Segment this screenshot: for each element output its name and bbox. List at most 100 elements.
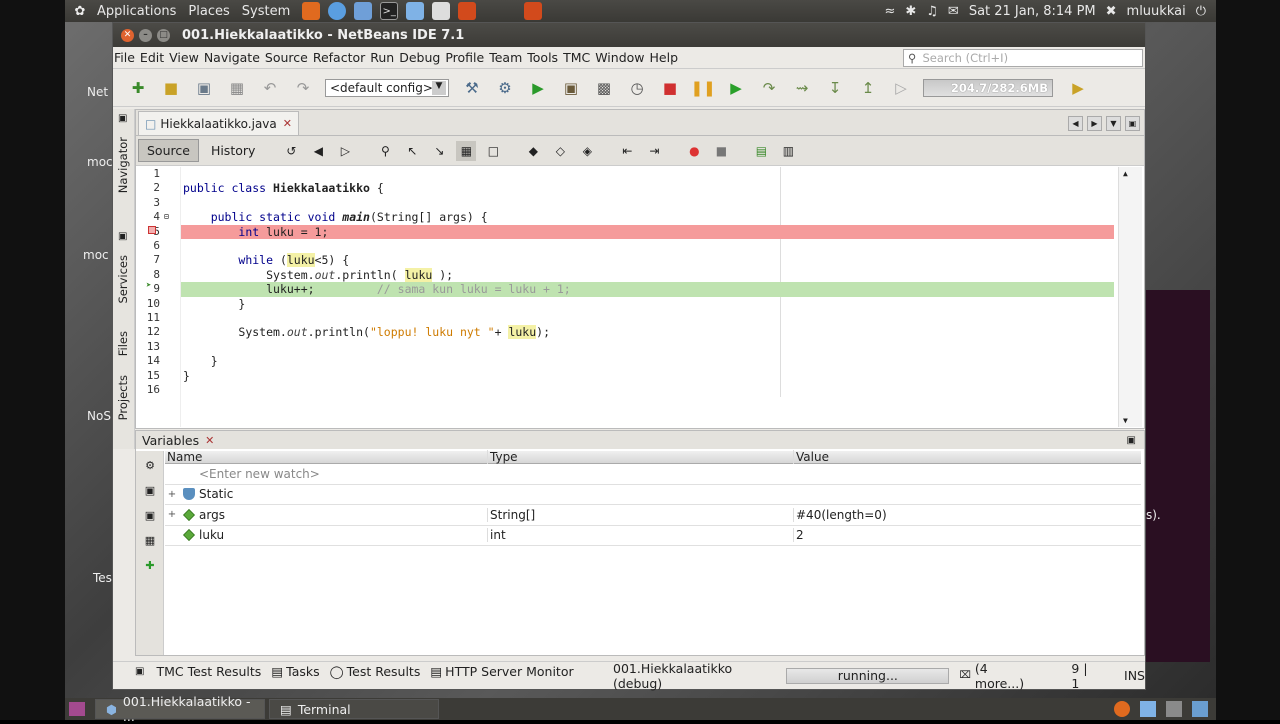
show-desktop-icon[interactable]	[69, 702, 85, 716]
terminal-icon[interactable]: >_	[380, 2, 399, 20]
code-area[interactable]: 1 2 3 4 5 6 7 8 9 10 11 12 13 14 15 16 ⊟…	[136, 167, 1142, 427]
column-name[interactable]: Name	[165, 450, 487, 464]
step-over-expression-icon[interactable]: ⇝	[791, 77, 813, 99]
next-bookmark-icon[interactable]: ◇	[550, 141, 570, 161]
workspace-icon[interactable]	[1166, 701, 1182, 717]
mail-icon[interactable]: ✉	[948, 4, 959, 19]
column-type[interactable]: Type	[487, 450, 793, 464]
firefox-icon[interactable]	[1114, 701, 1130, 717]
wifi-icon[interactable]: ≈	[884, 4, 895, 19]
expand-icon[interactable]: +	[167, 509, 177, 520]
app-icon[interactable]	[458, 2, 477, 20]
new-watch-field[interactable]: <Enter new watch>	[165, 467, 487, 481]
continue-icon[interactable]: ▶	[725, 77, 747, 99]
toggle-bookmark-icon[interactable]: ◈	[577, 141, 597, 161]
comment-icon[interactable]: ▤	[751, 141, 771, 161]
find-next-icon[interactable]: ↘	[429, 141, 449, 161]
user-name[interactable]: mluukkai	[1127, 4, 1186, 19]
forward-icon[interactable]: ▷	[335, 141, 355, 161]
cell-value[interactable]: #40(length=0)	[793, 507, 1141, 522]
previous-bookmark-icon[interactable]: ◆	[523, 141, 543, 161]
menu-places[interactable]: Places	[188, 4, 229, 19]
menu-team[interactable]: Team	[489, 50, 522, 65]
menu-run[interactable]: Run	[370, 50, 394, 65]
clock[interactable]: Sat 21 Jan, 8:14 PM	[969, 4, 1096, 19]
netbeans-icon[interactable]	[1140, 701, 1156, 717]
table-row[interactable]: <Enter new watch>	[165, 464, 1141, 485]
undo-icon[interactable]: ↶	[259, 77, 281, 99]
settings-icon[interactable]: ⚙	[142, 457, 158, 473]
variables-tab[interactable]: Variables	[142, 433, 199, 448]
open-project-icon[interactable]: ▣	[193, 77, 215, 99]
close-tab-icon[interactable]: ✕	[205, 434, 214, 447]
menu-window[interactable]: Window	[595, 50, 644, 65]
run-to-cursor-icon[interactable]: ▷	[890, 77, 912, 99]
redo-icon[interactable]: ↷	[292, 77, 314, 99]
scroll-up-icon[interactable]: ▲	[1123, 169, 1128, 178]
column-value[interactable]: Value	[793, 450, 1141, 464]
menu-applications[interactable]: Applications	[97, 4, 176, 19]
shift-right-icon[interactable]: ⇥	[644, 141, 664, 161]
scroll-right-icon[interactable]: ▶	[1087, 116, 1102, 131]
search-input[interactable]: ⚲ Search (Ctrl+I)	[903, 48, 1143, 67]
cell-value[interactable]: 2	[793, 528, 1141, 543]
menu-navigate[interactable]: Navigate	[204, 50, 260, 65]
step-into-icon[interactable]: ↧	[824, 77, 846, 99]
volume-icon[interactable]: ♫	[926, 4, 938, 19]
maximize-icon[interactable]: □	[157, 28, 170, 42]
minimize-icon[interactable]: –	[139, 28, 152, 42]
trash-icon[interactable]	[1192, 701, 1208, 717]
toggle-selection-icon[interactable]: □	[483, 141, 503, 161]
tab-files[interactable]: Files	[116, 331, 130, 356]
uncomment-icon[interactable]: ▥	[778, 141, 798, 161]
tab-list-icon[interactable]: ▼	[1106, 116, 1121, 131]
stop-icon[interactable]: ■	[659, 77, 681, 99]
minimize-panel-icon[interactable]: ▣	[118, 113, 127, 124]
tab-projects[interactable]: Projects	[116, 375, 130, 420]
step-over-icon[interactable]: ↷	[758, 77, 780, 99]
start-macro-icon[interactable]: ●	[684, 141, 704, 161]
profile-icon[interactable]: ◷	[626, 77, 648, 99]
tab-hiekkalaatikko[interactable]: □ Hiekkalaatikko.java ✕	[138, 111, 299, 135]
chromium-icon[interactable]	[328, 2, 347, 20]
status-more[interactable]: (4 more...)	[975, 661, 1038, 691]
minimize-panel-icon[interactable]: ▣	[1127, 435, 1136, 446]
apply-changes-icon[interactable]: ▶	[1067, 77, 1089, 99]
power-icon[interactable]: ⏻	[1196, 4, 1206, 19]
breakpoint-icon[interactable]	[148, 226, 156, 234]
menu-file[interactable]: File	[114, 50, 135, 65]
run-icon[interactable]: ▶	[527, 77, 549, 99]
debugging-view-icon[interactable]: ▣	[142, 482, 158, 498]
new-file-icon[interactable]: ✚	[127, 77, 149, 99]
fold-icon[interactable]: ⊟	[164, 212, 169, 221]
stop-macro-icon[interactable]: ■	[711, 141, 731, 161]
table-row[interactable]: + Static	[165, 485, 1141, 505]
config-select[interactable]: <default config> ▼	[325, 78, 449, 97]
menu-profile[interactable]: Profile	[445, 50, 484, 65]
maximize-icon[interactable]: ▣	[1125, 116, 1140, 131]
new-watch-icon[interactable]: ✚	[142, 557, 158, 573]
history-button[interactable]: History	[203, 140, 263, 161]
save-all-icon[interactable]: ▦	[226, 77, 248, 99]
source-button[interactable]: Source	[138, 139, 199, 162]
minimize-panel-icon[interactable]: ▣	[118, 231, 127, 242]
menu-debug[interactable]: Debug	[399, 50, 440, 65]
taskbar-terminal[interactable]: ▤ Terminal	[269, 699, 439, 719]
netbeans-icon[interactable]	[406, 2, 425, 20]
scroll-left-icon[interactable]: ◀	[1068, 116, 1083, 131]
clean-build-icon[interactable]: ⚙	[494, 77, 516, 99]
menu-tmc[interactable]: TMC	[563, 50, 590, 65]
close-tab-icon[interactable]: ✕	[283, 117, 292, 130]
memory-indicator[interactable]: 204.7/282.6MB	[923, 78, 1053, 97]
find-icon[interactable]: ⚲	[375, 141, 395, 161]
text-editor-icon[interactable]	[432, 2, 451, 20]
tab-services[interactable]: Services	[116, 255, 130, 304]
menu-help[interactable]: Help	[650, 50, 679, 65]
debug-project-icon[interactable]: ▣	[560, 77, 582, 99]
shift-left-icon[interactable]: ⇤	[617, 141, 637, 161]
evaluate-icon[interactable]: ▣	[142, 507, 158, 523]
expand-icon[interactable]: +	[167, 489, 177, 500]
firefox-icon[interactable]	[302, 2, 321, 20]
scroll-down-icon[interactable]: ▼	[1123, 416, 1128, 425]
breakpoints-icon[interactable]: ▦	[142, 532, 158, 548]
